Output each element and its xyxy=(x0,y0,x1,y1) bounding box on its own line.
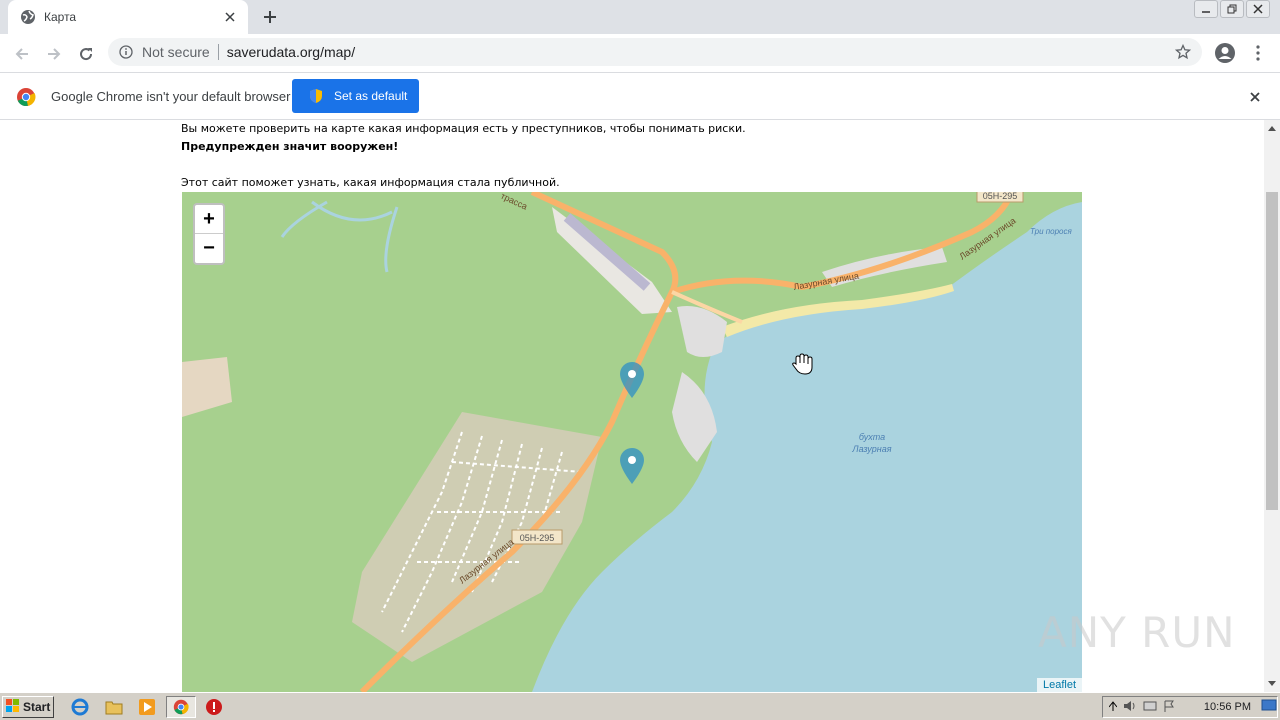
minimize-button[interactable] xyxy=(1194,0,1218,18)
tab-title: Карта xyxy=(44,10,77,24)
url-text[interactable]: saverudata.org/map/ xyxy=(227,44,1174,60)
network-icon[interactable] xyxy=(1143,700,1157,715)
chrome-menu-icon[interactable] xyxy=(1250,42,1266,64)
windows-logo-icon xyxy=(6,698,20,716)
map-tiles: 05H-295 05H-295 Лазурная улица Лазурная … xyxy=(182,192,1082,692)
chrome-logo-icon xyxy=(16,87,36,107)
file-explorer-icon[interactable] xyxy=(104,697,124,717)
intro-text: Вы можете проверить на карте какая инфор… xyxy=(181,122,746,135)
restore-button[interactable] xyxy=(1220,0,1244,18)
media-player-icon[interactable] xyxy=(137,697,157,717)
scrollbar-thumb[interactable] xyxy=(1266,192,1278,510)
taskbar-clock[interactable]: 10:56 PM xyxy=(1204,701,1251,713)
bay-label-1: бухта xyxy=(859,432,885,442)
default-browser-infobar: Google Chrome isn't your default browser… xyxy=(0,72,1280,120)
bay-label-2: Лазурная xyxy=(851,444,891,454)
windows-taskbar: Start 10:56 PM xyxy=(0,692,1280,720)
page-scrollbar[interactable] xyxy=(1264,120,1280,692)
info-icon[interactable] xyxy=(118,44,134,60)
zoom-out-button[interactable]: − xyxy=(195,234,223,263)
back-button[interactable] xyxy=(8,40,36,68)
set-as-default-label: Set as default xyxy=(334,89,408,103)
tab-close-icon[interactable] xyxy=(222,9,238,25)
start-label: Start xyxy=(23,700,51,714)
zoom-in-button[interactable]: + xyxy=(195,205,223,234)
not-secure-label: Not secure xyxy=(142,44,210,60)
route-shield-top: 05H-295 xyxy=(983,192,1018,201)
action-center-flag-icon[interactable] xyxy=(1163,700,1175,715)
omnibox-separator xyxy=(217,44,219,60)
internet-explorer-icon[interactable] xyxy=(70,697,90,717)
chrome-taskbar-button[interactable] xyxy=(166,696,196,718)
tab-strip: Карта xyxy=(0,0,1280,34)
infobar-close-icon[interactable] xyxy=(1246,88,1264,106)
bookmark-star-icon[interactable] xyxy=(1174,43,1192,61)
show-desktop-icon[interactable] xyxy=(1261,699,1277,713)
leaflet-map[interactable]: 05H-295 05H-295 Лазурная улица Лазурная … xyxy=(182,192,1082,692)
scroll-up-arrow-icon[interactable] xyxy=(1264,120,1280,136)
anyrun-watermark: ANY RUN xyxy=(1038,608,1236,657)
tray-expand-icon[interactable] xyxy=(1108,700,1118,714)
description-text: Этот сайт поможет узнать, какая информац… xyxy=(181,176,560,189)
close-window-button[interactable] xyxy=(1246,0,1270,18)
browser-toolbar: Not secure saverudata.org/map/ xyxy=(0,34,1280,72)
new-tab-button[interactable] xyxy=(258,6,282,28)
address-bar[interactable]: Not secure saverudata.org/map/ xyxy=(108,38,1202,66)
forward-button[interactable] xyxy=(40,40,68,68)
leaflet-attribution-link[interactable]: Leaflet xyxy=(1036,678,1082,692)
start-button[interactable]: Start xyxy=(2,696,54,718)
route-shield-mid: 05H-295 xyxy=(520,533,555,543)
system-tray: 10:56 PM xyxy=(1102,696,1278,718)
stop-sign-icon[interactable] xyxy=(204,697,224,717)
reload-button[interactable] xyxy=(72,40,100,68)
infobar-message: Google Chrome isn't your default browser xyxy=(51,89,291,104)
scroll-down-arrow-icon[interactable] xyxy=(1264,676,1280,692)
zoom-control: + − xyxy=(193,203,225,265)
volume-icon[interactable] xyxy=(1123,700,1137,715)
set-as-default-button[interactable]: Set as default xyxy=(292,79,419,113)
page-content: Вы можете проверить на карте какая инфор… xyxy=(0,120,1264,692)
place-label: Три порося xyxy=(1030,227,1072,236)
window-controls xyxy=(1194,0,1270,20)
chrome-taskbar-icon xyxy=(173,699,189,715)
profile-avatar-icon[interactable] xyxy=(1214,42,1236,64)
browser-tab[interactable]: Карта xyxy=(8,0,248,34)
globe-icon xyxy=(20,9,36,25)
warning-text: Предупрежден значит вооружен! xyxy=(181,140,399,153)
shield-icon xyxy=(308,88,324,104)
